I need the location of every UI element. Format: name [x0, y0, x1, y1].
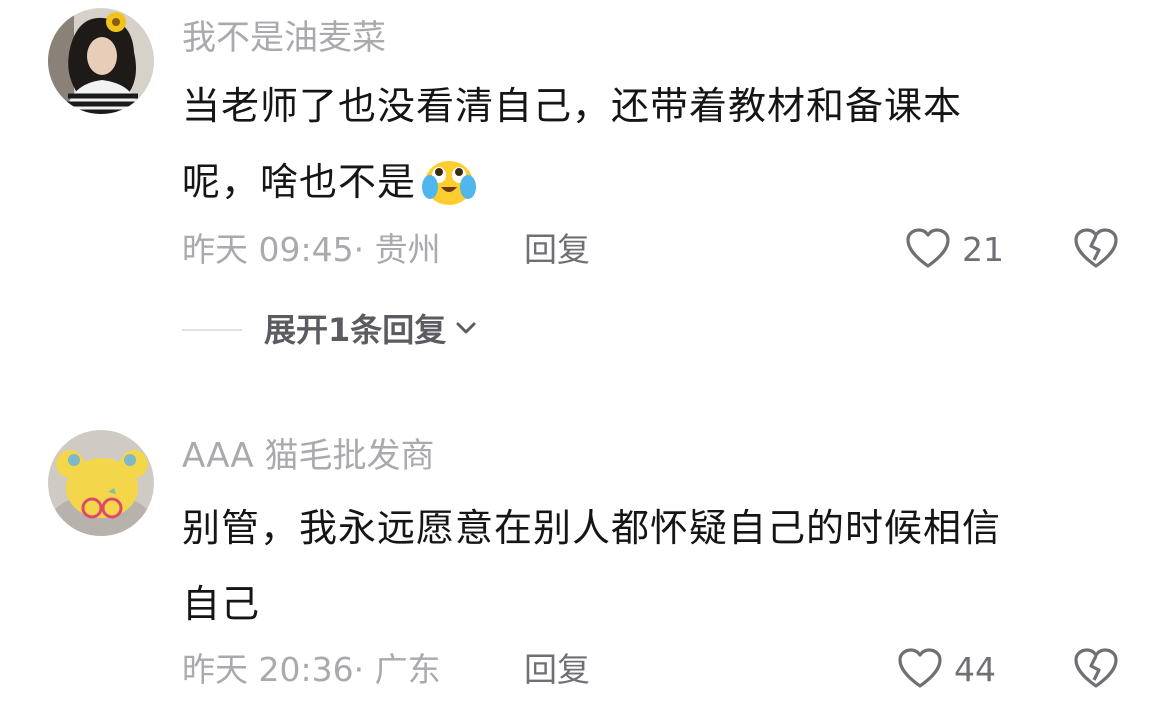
like-button[interactable]: 44: [896, 646, 996, 694]
chevron-down-icon: [454, 320, 478, 340]
like-count: 21: [962, 230, 1004, 269]
location: 广东: [374, 650, 441, 689]
username[interactable]: 我不是油麦菜: [182, 18, 386, 58]
reply-button[interactable]: 回复: [524, 230, 590, 270]
comment-text-line: 自己: [182, 582, 261, 626]
dislike-button[interactable]: [1072, 646, 1120, 694]
crying-laughing-emoji-icon: [422, 156, 477, 232]
avatar-image: [48, 430, 154, 536]
meta-separator: ·: [353, 650, 365, 689]
reply-button[interactable]: 回复: [524, 650, 590, 690]
comment-text-line: 别管，我永远愿意在别人都怀疑自己的时候相信: [182, 506, 1002, 550]
broken-heart-icon: [1072, 648, 1120, 694]
like-count: 44: [954, 650, 996, 689]
comment-meta: 昨天 09:45· 贵州: [182, 230, 441, 270]
comment-text-line: 呢，啥也不是: [182, 160, 417, 204]
comment-text: 别管，我永远愿意在别人都怀疑自己的时候相信 自己: [182, 490, 1112, 642]
timestamp: 昨天 20:36: [182, 650, 354, 689]
comment-text-line: 当老师了也没看清自己，还带着教材和备课本: [182, 84, 963, 128]
timestamp: 昨天 09:45: [182, 230, 354, 269]
comment-text: 当老师了也没看清自己，还带着教材和备课本 呢，啥也不是: [182, 68, 1112, 232]
dislike-button[interactable]: [1072, 226, 1120, 274]
expand-replies-label: 展开1条回复: [264, 311, 447, 349]
avatar[interactable]: [48, 430, 154, 536]
username[interactable]: AAA 猫毛批发商: [182, 436, 434, 476]
expand-replies-button[interactable]: 展开1条回复: [182, 310, 478, 350]
comment-text-line-with-emoji: 呢，啥也不是: [182, 144, 1112, 232]
divider: [182, 329, 242, 331]
avatar[interactable]: [48, 8, 154, 114]
broken-heart-icon: [1072, 228, 1120, 274]
meta-separator: ·: [353, 230, 365, 269]
comment-meta: 昨天 20:36· 广东: [182, 650, 441, 690]
heart-outline-icon: [904, 226, 952, 274]
avatar-image: [48, 8, 154, 114]
heart-outline-icon: [896, 646, 944, 694]
like-button[interactable]: 21: [904, 226, 1004, 274]
location: 贵州: [374, 230, 441, 269]
